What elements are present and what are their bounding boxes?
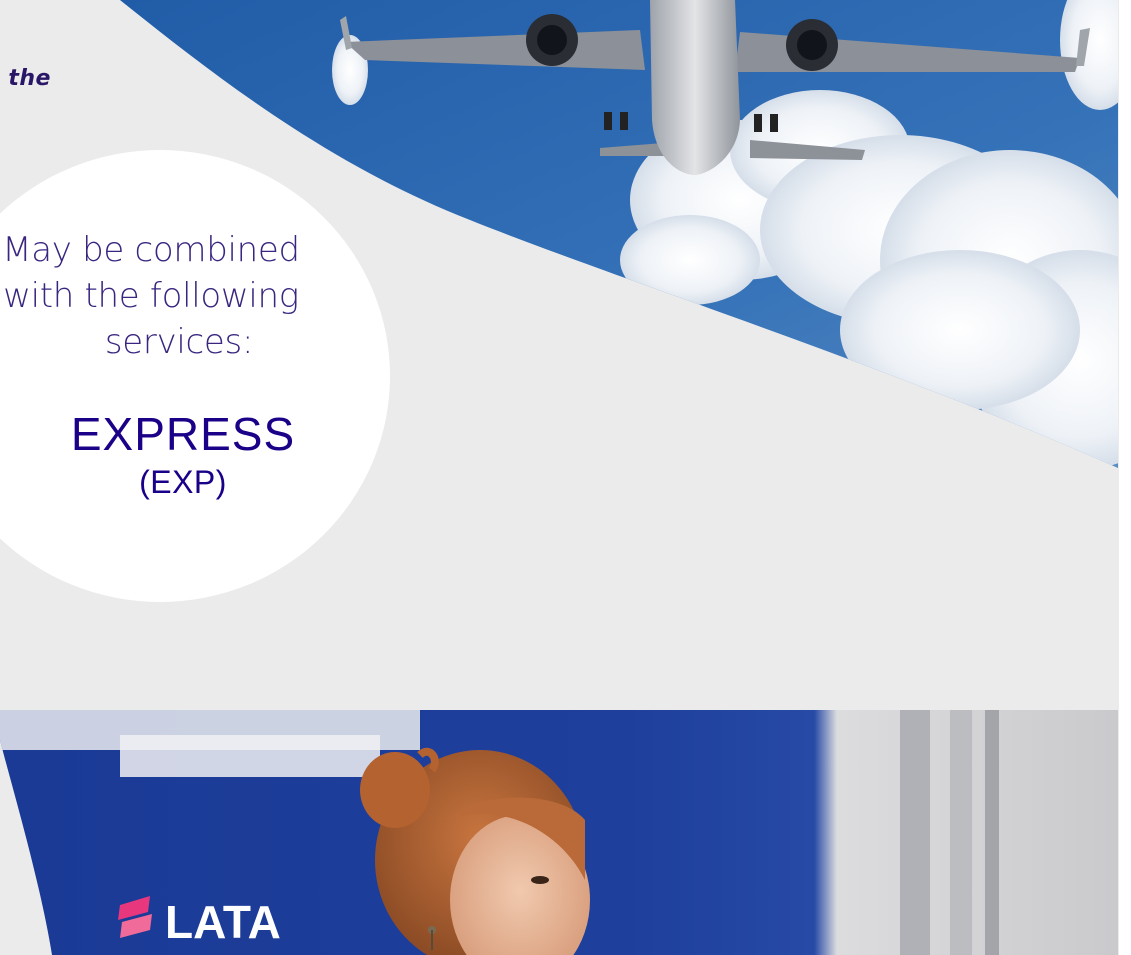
- svg-text:LATA: LATA: [165, 896, 281, 948]
- brochure-page: n the May be combined with the following…: [0, 0, 1131, 955]
- staff-photo: LATA: [0, 710, 1118, 955]
- page-right-margin: [1119, 0, 1131, 955]
